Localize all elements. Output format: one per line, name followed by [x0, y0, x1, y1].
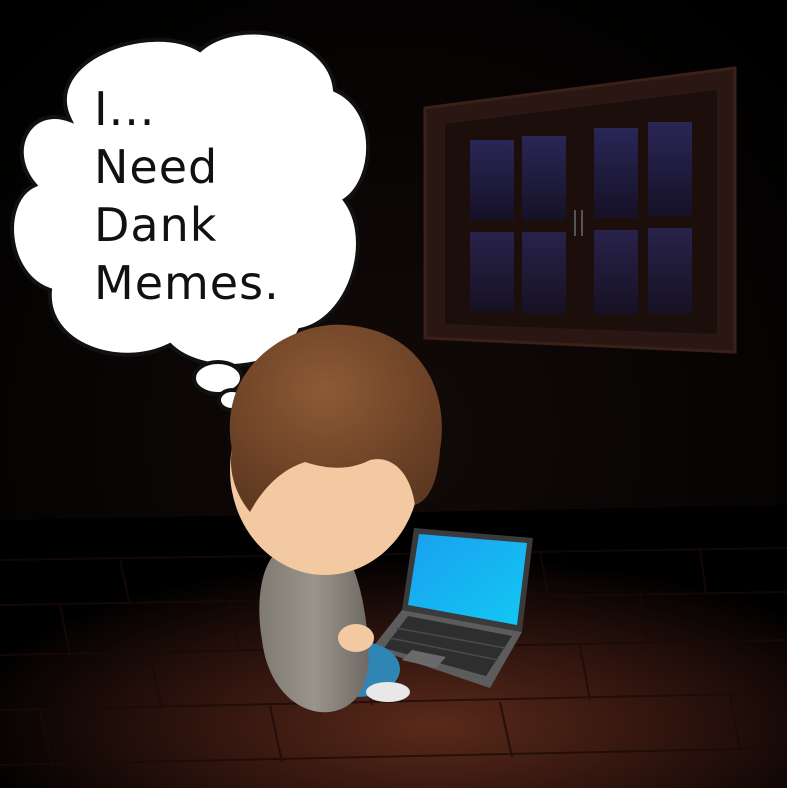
- thought-bubble-text: I... Need Dank Memes.: [94, 80, 334, 312]
- thought-line-3: Dank: [94, 198, 218, 252]
- thought-line-2: Need: [94, 140, 219, 194]
- thought-line-4: Memes.: [94, 256, 280, 310]
- thought-line-1: I...: [94, 82, 156, 136]
- meme-scene: I... Need Dank Memes.: [0, 0, 787, 788]
- window-icon: [423, 66, 737, 354]
